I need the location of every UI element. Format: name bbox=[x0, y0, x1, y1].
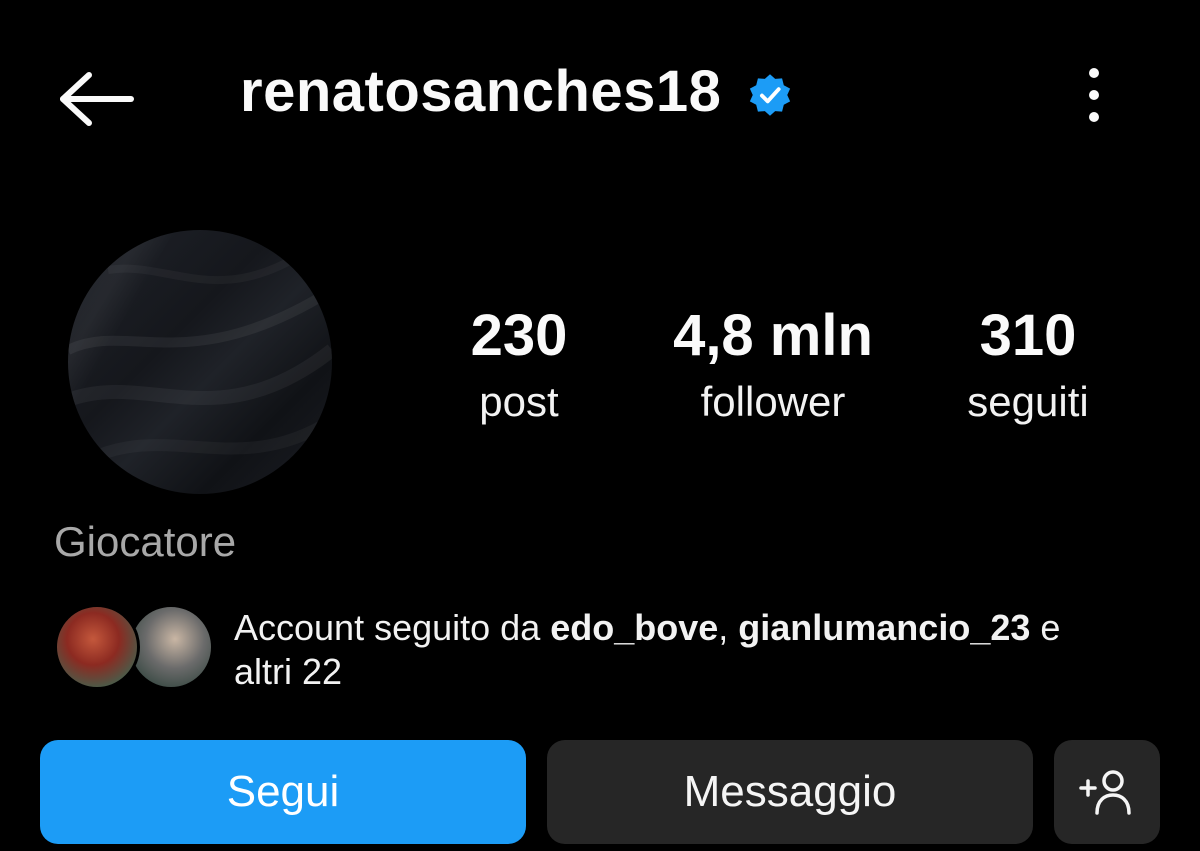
more-options-button[interactable] bbox=[1070, 60, 1118, 130]
add-person-icon bbox=[1079, 770, 1131, 815]
profile-header: renatosanches18 bbox=[0, 0, 1200, 190]
followers-stat[interactable]: 4,8 mln follower bbox=[660, 302, 886, 428]
message-button[interactable]: Messaggio bbox=[547, 740, 1033, 844]
following-stat[interactable]: 310 seguiti bbox=[944, 302, 1112, 428]
posts-count: 230 bbox=[470, 303, 568, 368]
followers-label: follower bbox=[700, 378, 846, 425]
following-label: seguiti bbox=[967, 378, 1089, 425]
follow-button-label: Segui bbox=[226, 767, 340, 816]
following-count: 310 bbox=[979, 303, 1077, 368]
posts-label: post bbox=[479, 378, 559, 425]
follow-button[interactable]: Segui bbox=[40, 740, 526, 844]
mutual-follower-name: edo_bove bbox=[550, 607, 719, 648]
posts-stat[interactable]: 230 post bbox=[440, 302, 598, 428]
more-vertical-icon bbox=[1089, 68, 1099, 122]
followed-by-line-1: Account seguito da edo_bove, gianlumanci… bbox=[234, 607, 1061, 648]
message-button-label: Messaggio bbox=[683, 767, 897, 816]
mutual-follower-avatar bbox=[54, 604, 140, 690]
arrow-left-icon bbox=[60, 72, 134, 126]
mutual-follower-avatar bbox=[128, 604, 214, 690]
profile-avatar[interactable] bbox=[68, 230, 332, 494]
suggested-accounts-button[interactable] bbox=[1054, 740, 1160, 844]
followers-count: 4,8 mln bbox=[673, 303, 873, 368]
back-button[interactable] bbox=[50, 62, 140, 136]
followed-by-text: Account seguito da edo_bove, gianlumanci… bbox=[234, 606, 1144, 694]
username: renatosanches18 bbox=[240, 59, 722, 124]
avatar-texture bbox=[68, 246, 332, 466]
followed-by-line-2: altri 22 bbox=[234, 651, 343, 692]
profile-category: Giocatore bbox=[54, 518, 237, 565]
verified-badge-icon bbox=[750, 73, 791, 116]
followed-by-section[interactable]: Account seguito da edo_bove, gianlumanci… bbox=[54, 600, 1154, 700]
username-group: renatosanches18 bbox=[240, 58, 793, 125]
mutual-follower-name: gianlumancio_23 bbox=[738, 607, 1031, 648]
